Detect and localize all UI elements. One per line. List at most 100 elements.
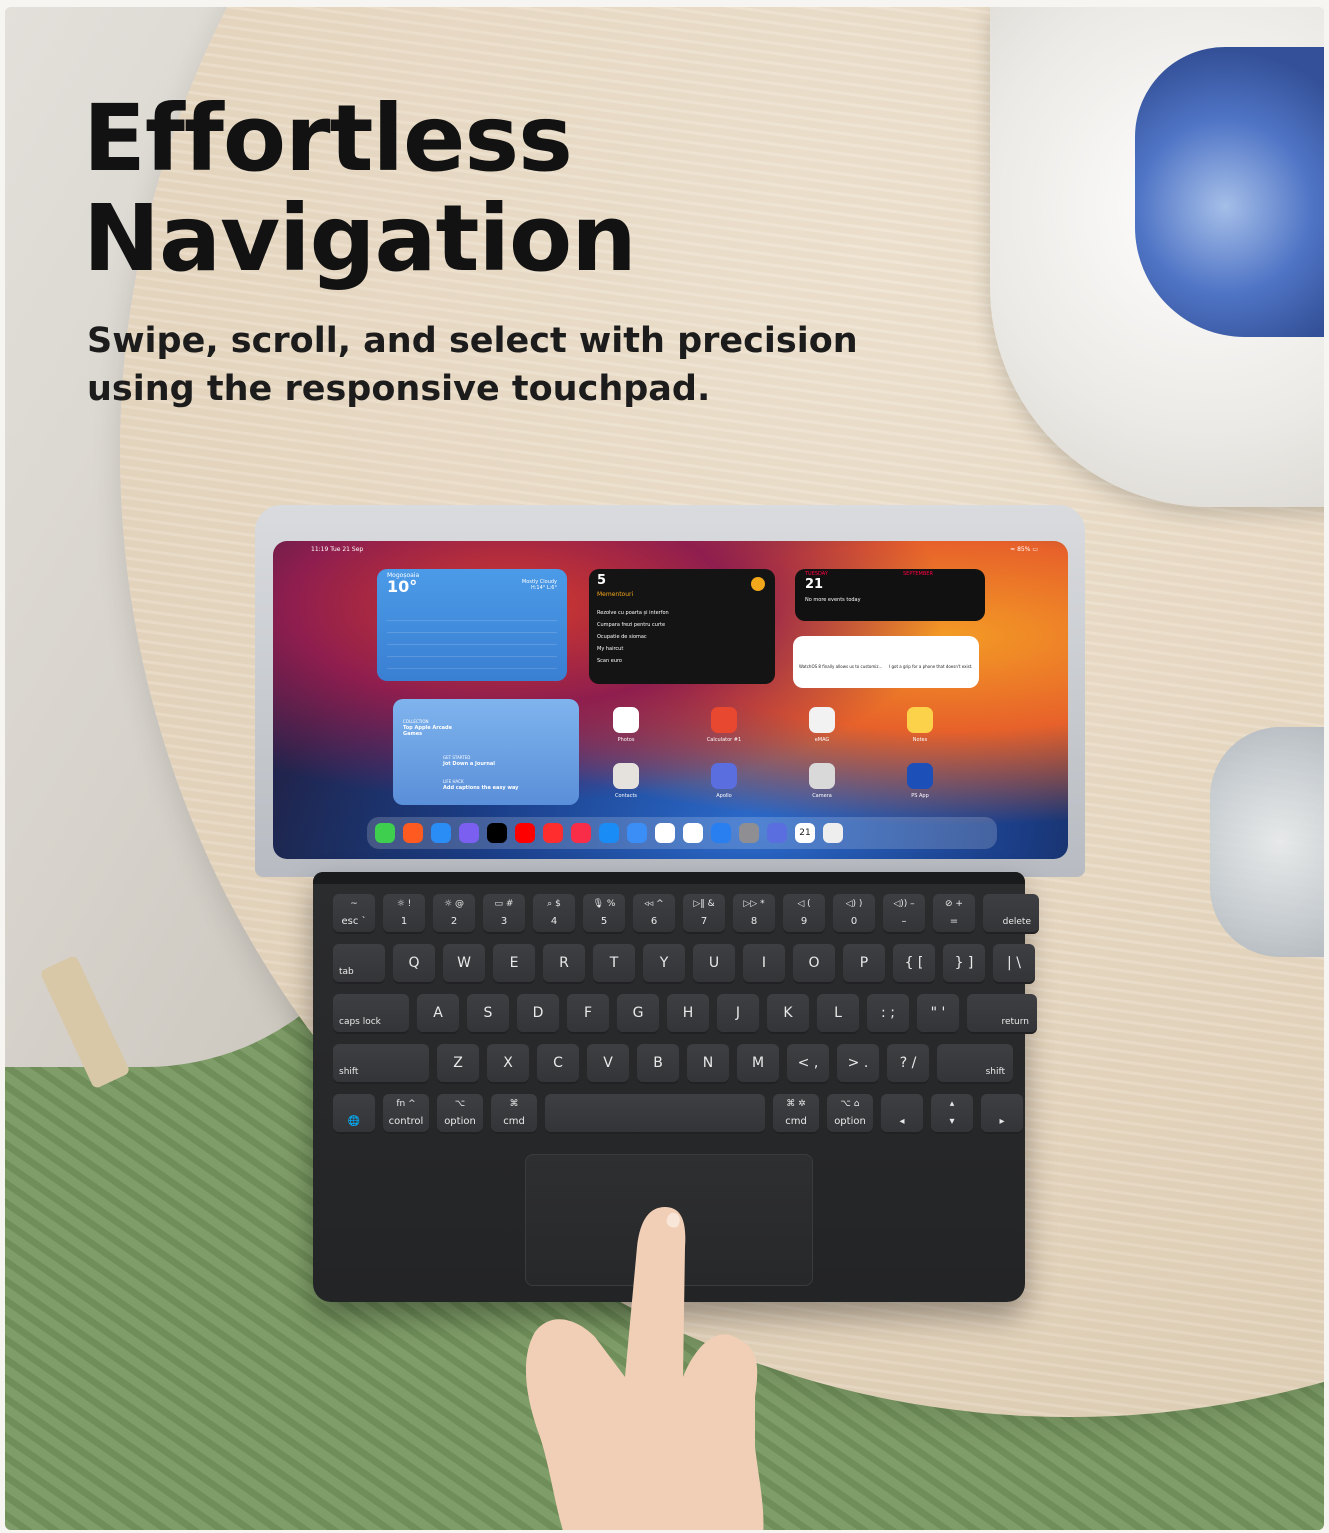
app-store-widget[interactable]: COLLECTION Top Apple Arcade Games GET ST… — [393, 699, 579, 805]
weather-condition: Mostly Cloudy H:14° L:6° — [522, 579, 557, 591]
photos-app-icon[interactable] — [613, 707, 639, 733]
key[interactable]: shift — [333, 1044, 429, 1084]
news-widget[interactable]: WatchOS 8 finally allows us to customiz.… — [793, 636, 979, 688]
key[interactable]: " ' — [917, 994, 959, 1034]
key[interactable]: tab — [333, 944, 385, 984]
key[interactable]: X — [487, 1044, 529, 1084]
key[interactable]: ? / — [887, 1044, 929, 1084]
reminders-widget[interactable]: 5 Mementouri Rezolve cu poarta și interf… — [589, 569, 775, 684]
reminder-item: Cumpara frezi pentru curte — [597, 622, 666, 628]
key[interactable]: W — [443, 944, 485, 984]
key[interactable]: L — [817, 994, 859, 1034]
key[interactable]: shift — [937, 1044, 1013, 1084]
key[interactable]: | \ — [993, 944, 1035, 984]
key[interactable]: I — [743, 944, 785, 984]
key[interactable]: H — [667, 994, 709, 1034]
netflix-icon[interactable] — [487, 823, 507, 843]
key[interactable]: N — [687, 1044, 729, 1084]
settings-icon[interactable] — [739, 823, 759, 843]
arcade-label-1: COLLECTION — [403, 719, 429, 724]
stocks-icon[interactable] — [683, 823, 703, 843]
key[interactable]: ~ esc ` — [333, 894, 375, 934]
notes-app-icon[interactable] — [907, 707, 933, 733]
key[interactable]: ⊘ + = — [933, 894, 975, 934]
key[interactable]: T — [593, 944, 635, 984]
key[interactable]: ▷▷ * 8 — [733, 894, 775, 934]
key[interactable]: ◁) ) 0 — [833, 894, 875, 934]
key[interactable]: delete — [983, 894, 1039, 934]
apollo-app-icon[interactable] — [711, 763, 737, 789]
camera-app-icon[interactable] — [809, 763, 835, 789]
files-icon[interactable] — [711, 823, 731, 843]
app-library-icon[interactable] — [823, 823, 843, 843]
key[interactable]: ▴ ▾ — [931, 1094, 973, 1134]
key[interactable]: ⌘ ✲ cmd — [773, 1094, 819, 1134]
key[interactable]: 🌐 — [333, 1094, 375, 1134]
music-icon[interactable] — [571, 823, 591, 843]
mail-icon[interactable] — [627, 823, 647, 843]
key[interactable]: ☼ @2 — [433, 894, 475, 934]
safari-icon[interactable] — [431, 823, 451, 843]
key[interactable]: ▸ — [981, 1094, 1023, 1134]
key[interactable]: ◂ — [881, 1094, 923, 1134]
key[interactable]: G — [617, 994, 659, 1034]
calculator-app-icon[interactable] — [711, 707, 737, 733]
reminder-item: Scan euro — [597, 658, 622, 664]
key[interactable]: ◁ (9 — [783, 894, 825, 934]
key[interactable]: C — [537, 1044, 579, 1084]
key[interactable]: J — [717, 994, 759, 1034]
key[interactable]: caps lock — [333, 994, 409, 1034]
contacts-app-icon[interactable] — [613, 763, 639, 789]
key[interactable]: < , — [787, 1044, 829, 1084]
music-player-icon[interactable] — [543, 823, 563, 843]
key[interactable]: return — [967, 994, 1037, 1034]
key[interactable]: B — [637, 1044, 679, 1084]
key[interactable]: ▭ #3 — [483, 894, 525, 934]
key[interactable] — [545, 1094, 765, 1134]
key[interactable]: ☼ ! 1 — [383, 894, 425, 934]
messenger-icon[interactable] — [459, 823, 479, 843]
calendar-icon[interactable]: 21 — [795, 823, 815, 843]
key[interactable]: ⌕ $4 — [533, 894, 575, 934]
key[interactable]: Q — [393, 944, 435, 984]
key[interactable]: ◁)) – – — [883, 894, 925, 934]
key[interactable]: M — [737, 1044, 779, 1084]
messages-icon[interactable] — [375, 823, 395, 843]
key[interactable]: K — [767, 994, 809, 1034]
youtube-icon[interactable] — [515, 823, 535, 843]
key[interactable]: ◃◃ ^ 6 — [633, 894, 675, 934]
keyboard-hinge — [313, 872, 1025, 884]
key[interactable]: Z — [437, 1044, 479, 1084]
key[interactable]: ⌘ cmd — [491, 1094, 537, 1134]
key[interactable]: D — [517, 994, 559, 1034]
playstation-app-icon[interactable] — [907, 763, 933, 789]
apollo-icon[interactable] — [767, 823, 787, 843]
key[interactable]: A — [417, 994, 459, 1034]
key[interactable]: : ; — [867, 994, 909, 1034]
key[interactable]: ⌥ ⌂ option — [827, 1094, 873, 1134]
emag-app-icon[interactable] — [809, 707, 835, 733]
app-label: eMAG — [814, 737, 830, 743]
key[interactable]: O — [793, 944, 835, 984]
key[interactable]: > . — [837, 1044, 879, 1084]
key[interactable]: { [ — [893, 944, 935, 984]
key[interactable]: R — [543, 944, 585, 984]
key[interactable]: fn ^ control — [383, 1094, 429, 1134]
key[interactable]: U — [693, 944, 735, 984]
calendar-widget[interactable]: TUESDAY 21 No more events today SEPTEMBE… — [795, 569, 985, 621]
key[interactable]: Y — [643, 944, 685, 984]
arcade-title-1: Top Apple Arcade Games — [403, 725, 453, 737]
weather-widget[interactable]: Mogoșoaia 10° Mostly Cloudy H:14° L:6° — [377, 569, 567, 681]
key[interactable]: ▷‖ & 7 — [683, 894, 725, 934]
key[interactable]: E — [493, 944, 535, 984]
key[interactable]: S — [467, 994, 509, 1034]
app-store-icon[interactable] — [599, 823, 619, 843]
key[interactable]: V — [587, 1044, 629, 1084]
reminders-icon[interactable] — [655, 823, 675, 843]
reddit-icon[interactable] — [403, 823, 423, 843]
key[interactable]: P — [843, 944, 885, 984]
key[interactable]: ⌥ option — [437, 1094, 483, 1134]
key[interactable]: 🎙 % 5 — [583, 894, 625, 934]
key[interactable]: } ] — [943, 944, 985, 984]
key[interactable]: F — [567, 994, 609, 1034]
